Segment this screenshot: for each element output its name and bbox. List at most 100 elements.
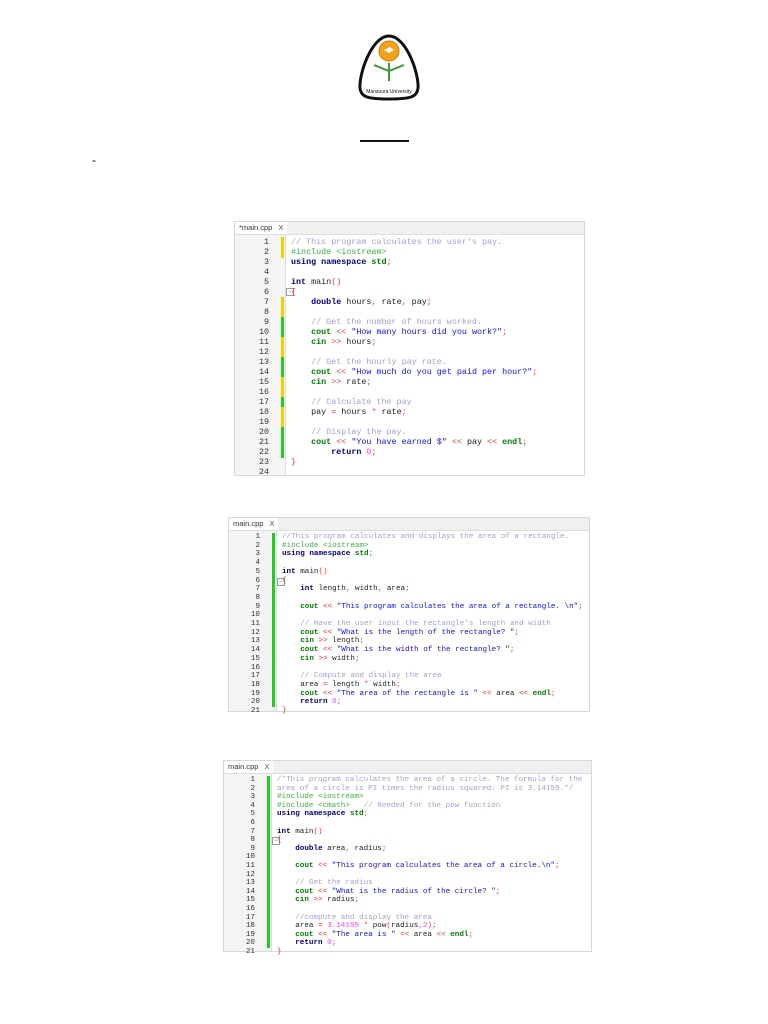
code-token: op|<< — [336, 437, 352, 447]
code-line: 12 — [224, 870, 591, 880]
code-token: id| — [282, 646, 300, 654]
code-token: op|; — [502, 327, 508, 337]
code-token: op|; — [555, 862, 560, 870]
code-token: id| — [277, 845, 295, 853]
code-line: 19 id| io|cout op|<< str|"The area is " o… — [224, 930, 591, 940]
tab-bar: *main.cpp X — [235, 222, 584, 235]
code-token: op|, — [401, 297, 412, 307]
code-token: io|cout — [311, 327, 337, 337]
line-number: 9 — [250, 844, 255, 853]
line-number: 3 — [255, 550, 260, 559]
code-token: op|>> — [318, 637, 333, 646]
code-token: op|; — [368, 550, 374, 559]
code-line: 21 op|} — [224, 948, 591, 957]
code-line: 11 id| io|cin op|>> id|hoursop|; — [235, 337, 584, 348]
tab-main-cpp[interactable]: main.cpp X — [229, 518, 279, 530]
code-line: 3 kw|using namespace io|stdop|; — [229, 550, 589, 560]
line-number: 15 — [250, 654, 260, 663]
code-token: io|cin — [311, 337, 332, 347]
close-tab-icon[interactable]: X — [278, 223, 283, 232]
line-number: 13 — [258, 357, 269, 367]
line-number: 12 — [258, 347, 269, 357]
line-number: 1 — [250, 776, 255, 784]
code-token: kw|using namespace — [282, 550, 355, 559]
code-line: 4 — [235, 267, 584, 277]
code-token: id| area — [277, 922, 319, 931]
code-token: id|width — [373, 680, 396, 689]
line-number: 3 — [263, 257, 269, 267]
line-number: 21 — [250, 707, 260, 715]
university-logo: Mansoura University — [358, 34, 420, 101]
line-number: 8 — [263, 307, 269, 317]
change-marker — [281, 387, 284, 398]
change-marker — [281, 237, 284, 248]
tab-main-cpp[interactable]: main.cpp X — [224, 761, 274, 773]
line-number: 10 — [250, 611, 260, 620]
code-token: op|<< — [487, 437, 503, 447]
code-token: io|cin — [300, 654, 319, 663]
code-token: op|{ — [277, 836, 282, 845]
code-line: 20id| kw|return num|0op|; — [224, 939, 591, 949]
code-line: 5 kw|int id|mainop|() — [229, 567, 589, 577]
document-page: Mansoura University - *main.cppX 1cm|// T… — [0, 0, 768, 1024]
code-token: op|<< — [318, 887, 332, 896]
code-line: 23 op|} — [235, 457, 584, 467]
code-line: 18 id| pay op|= id|hours op|* id|rateop|; — [235, 407, 584, 418]
code-token: op|() — [318, 567, 328, 576]
code-token: pp|#include <iostream> — [277, 793, 364, 802]
code-token: op|; — [354, 654, 360, 663]
code-token: kw|using namespace — [291, 257, 372, 267]
code-line: 20id| kw|return num|0op|; — [229, 698, 589, 708]
code-token: id| — [291, 367, 311, 377]
code-token: op|<< — [436, 930, 451, 939]
code-token: id|radius — [327, 896, 355, 905]
tab-main-cpp[interactable]: *main.cpp X — [235, 222, 288, 234]
code-token: id| — [282, 629, 300, 637]
change-marker — [281, 417, 284, 428]
code-line: 11 id| io|cout op|<< str|"This program ca… — [224, 862, 591, 872]
code-editor-rectangle: main.cpp X 1 cm|//This program calculates a… — [228, 517, 590, 715]
close-tab-icon[interactable]: X — [264, 762, 269, 771]
code-line: 1 cm|// This program calculates the user'… — [235, 237, 584, 248]
code-token: io|endl — [450, 930, 469, 939]
code-token: op|; — [395, 680, 401, 689]
code-token: str|"The area of the rectangle is " — [336, 689, 483, 698]
line-number: 19 — [250, 689, 260, 698]
list-dash: - — [92, 153, 96, 167]
code-token: op|; — [405, 585, 410, 594]
change-marker — [281, 247, 284, 258]
code-token: op|<< — [336, 327, 352, 337]
code-token: kw|return — [295, 939, 328, 948]
change-marker — [281, 437, 284, 448]
line-number: 5 — [263, 277, 269, 287]
line-number: 10 — [258, 327, 269, 337]
line-number: 9 — [255, 602, 260, 611]
code-line: 9 id| io|cout op|<< str|"This program cal… — [229, 602, 589, 612]
code-line: 20 id| cm|// Display the pay. — [235, 427, 584, 438]
code-token: id| — [282, 655, 300, 663]
line-number: 7 — [250, 827, 255, 836]
line-number: 4 — [250, 801, 255, 810]
close-tab-icon[interactable]: X — [269, 519, 274, 528]
code-line: 8 — [235, 307, 584, 318]
line-number: 5 — [250, 810, 255, 819]
line-number: 10 — [245, 853, 255, 862]
code-line: 19 — [235, 417, 584, 428]
code-token: id| — [277, 879, 295, 887]
line-number: 20 — [250, 698, 260, 707]
code-token: id|pow — [372, 922, 387, 931]
code-token: str|"How many hours did you work?" — [351, 327, 503, 337]
heading-underline — [360, 140, 409, 142]
line-number: 9 — [263, 317, 269, 327]
code-line: 8 — [229, 593, 589, 604]
code-token: str|"What is the radius of the circle? " — [331, 887, 496, 896]
change-marker — [281, 367, 284, 378]
code-token: op|; — [468, 930, 473, 939]
code-line: 14 id| io|cout op|<< str|"What is the wid… — [229, 646, 589, 656]
line-number: 11 — [258, 337, 269, 347]
line-number: 14 — [245, 887, 255, 896]
code-token: kw|int — [291, 277, 312, 287]
code-token: io|cin — [295, 896, 314, 905]
code-token: io|std — [354, 550, 369, 559]
code-token: op|<< — [323, 646, 337, 655]
